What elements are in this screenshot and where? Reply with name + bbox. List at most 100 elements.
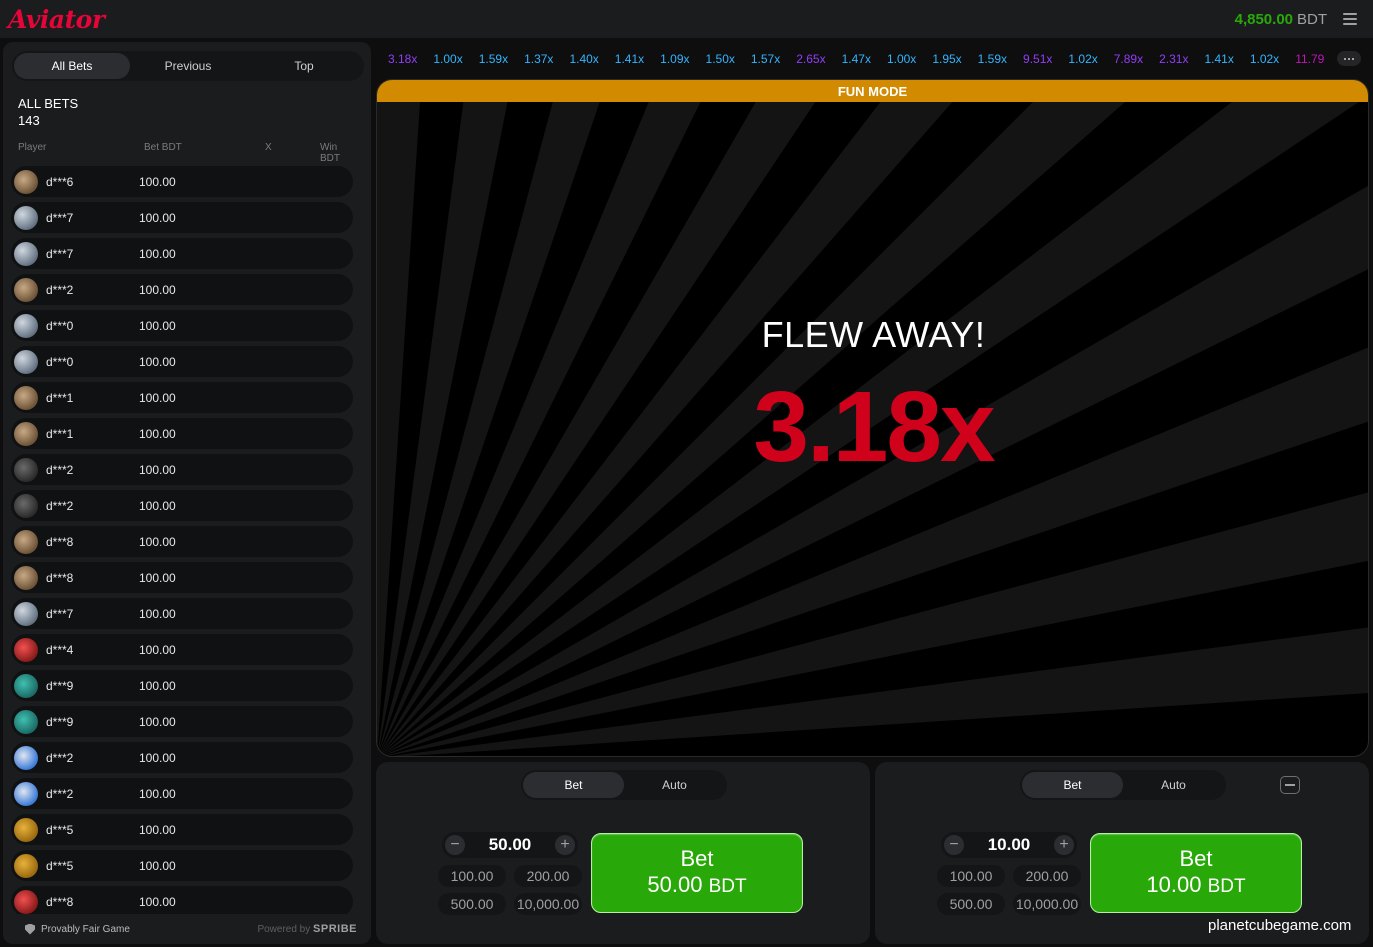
history-multiplier: 2.65x: [796, 52, 826, 66]
table-row: d***7 100.00: [11, 202, 353, 233]
all-bets-count: 143: [18, 113, 40, 128]
hamburger-menu-icon[interactable]: [1343, 13, 1357, 25]
aviator-logo: Aviator: [8, 4, 105, 34]
avatar: [14, 673, 38, 698]
table-row: d***5 100.00: [11, 850, 353, 881]
avatar: [14, 637, 38, 662]
bet-button-value: 50.00 BDT: [647, 872, 747, 897]
tab-auto[interactable]: Auto: [624, 772, 725, 798]
table-row: d***0 100.00: [11, 310, 353, 341]
bet-amount-stepper: − 10.00 +: [941, 832, 1077, 858]
balance: 4,850.00 BDT: [1235, 11, 1365, 28]
place-bet-button[interactable]: Bet 50.00 BDT: [591, 833, 803, 913]
avatar: [14, 349, 38, 374]
avatar: [14, 457, 38, 482]
quick-amount-button[interactable]: 100.00: [937, 865, 1005, 887]
all-bets-title: ALL BETS: [18, 96, 79, 111]
quick-amount-button[interactable]: 100.00: [438, 865, 506, 887]
player-name: d***1: [46, 390, 74, 405]
history-multiplier: 1.95x: [932, 52, 962, 66]
quick-amount-button[interactable]: 500.00: [438, 893, 506, 915]
avatar: [14, 565, 38, 590]
bet-amount: 100.00: [139, 318, 176, 333]
bet-amount: 100.00: [139, 822, 176, 837]
spribe-logo: SPRIBE: [313, 923, 357, 935]
bet-amount-input[interactable]: 50.00: [489, 835, 532, 855]
history-more-button[interactable]: [1337, 51, 1361, 66]
avatar: [14, 601, 38, 626]
bet-amount-input[interactable]: 10.00: [988, 835, 1031, 855]
crash-multiplier: 3.18x: [753, 371, 995, 483]
history-multiplier: 1.41x: [614, 52, 645, 66]
quick-amount-button[interactable]: 200.00: [1013, 865, 1081, 887]
table-row: d***2 100.00: [11, 490, 353, 521]
bet-amount: 100.00: [139, 390, 176, 405]
player-name: d***8: [46, 534, 74, 549]
bet-amount-stepper: − 50.00 +: [442, 832, 578, 858]
player-name: d***5: [46, 858, 74, 873]
table-row: d***2 100.00: [11, 274, 353, 305]
player-name: d***4: [46, 642, 74, 657]
place-bet-button[interactable]: Bet 10.00 BDT: [1090, 833, 1302, 913]
avatar: [14, 241, 38, 266]
player-name: d***9: [46, 678, 74, 693]
quick-amount-button[interactable]: 10,000.00: [514, 893, 582, 915]
bet-amount: 100.00: [139, 642, 176, 657]
quick-amount-button[interactable]: 500.00: [937, 893, 1005, 915]
game-canvas: FUN MODE FLEW AWAY! 3.18x: [376, 79, 1369, 757]
bet-amount: 100.00: [139, 750, 176, 765]
avatar: [14, 781, 38, 806]
quick-amounts-row-2: 500.00 10,000.00: [937, 893, 1081, 915]
history-multiplier: 1.57x: [750, 52, 781, 66]
avatar: [14, 709, 38, 734]
quick-amount-button[interactable]: 10,000.00: [1013, 893, 1081, 915]
col-win: Win BDT: [320, 142, 340, 164]
history-multiplier: 3.18x: [388, 52, 418, 66]
bet-panel-1-tabs: Bet Auto: [521, 770, 727, 800]
avatar: [14, 745, 38, 770]
player-name: d***2: [46, 462, 74, 477]
avatar: [14, 853, 38, 878]
quick-amount-button[interactable]: 200.00: [514, 865, 582, 887]
player-name: d***2: [46, 498, 74, 513]
history-multiplier: 7.89x: [1113, 52, 1144, 66]
table-row: d***2 100.00: [11, 778, 353, 809]
remove-panel-icon[interactable]: [1280, 776, 1300, 794]
player-name: d***7: [46, 210, 74, 225]
minus-icon[interactable]: −: [445, 835, 465, 855]
plus-icon[interactable]: +: [554, 835, 575, 855]
tab-previous[interactable]: Previous: [130, 53, 246, 79]
player-name: d***7: [46, 606, 74, 621]
avatar: [14, 277, 38, 302]
avatar: [14, 493, 38, 518]
tab-all-bets[interactable]: All Bets: [14, 53, 130, 79]
bet-amount: 100.00: [139, 534, 176, 549]
player-name: d***9: [46, 714, 74, 729]
provably-fair[interactable]: Provably Fair Game: [25, 923, 130, 935]
minus-icon[interactable]: −: [944, 835, 964, 855]
tab-auto[interactable]: Auto: [1123, 772, 1224, 798]
quick-amounts-row-2: 500.00 10,000.00: [438, 893, 582, 915]
player-name: d***1: [46, 426, 74, 441]
bet-amount: 100.00: [139, 786, 176, 801]
avatar: [14, 889, 38, 914]
history-multiplier: 1.59x: [478, 52, 509, 66]
history-multiplier: 9.51x: [1023, 52, 1053, 66]
player-name: d***8: [46, 894, 74, 909]
bets-tabs: All Bets Previous Top: [12, 51, 364, 81]
history-multiplier: 11.79x: [1295, 52, 1325, 66]
powered-by: Powered by SPRIBE: [257, 923, 357, 935]
plus-icon[interactable]: +: [1053, 835, 1074, 855]
avatar: [14, 529, 38, 554]
tab-top[interactable]: Top: [246, 53, 362, 79]
left-footer: Provably Fair Game Powered by SPRIBE: [3, 914, 371, 944]
bet-amount: 100.00: [139, 606, 176, 621]
table-row: d***7 100.00: [11, 238, 353, 269]
history-multiplier: 1.02x: [1249, 52, 1280, 66]
tab-bet[interactable]: Bet: [1022, 772, 1123, 798]
provably-fair-label: Provably Fair Game: [41, 923, 130, 935]
tab-bet[interactable]: Bet: [523, 772, 624, 798]
shield-icon: [25, 923, 35, 935]
all-bets-heading: ALL BETS 143: [18, 95, 78, 129]
bet-amount: 100.00: [139, 462, 176, 477]
